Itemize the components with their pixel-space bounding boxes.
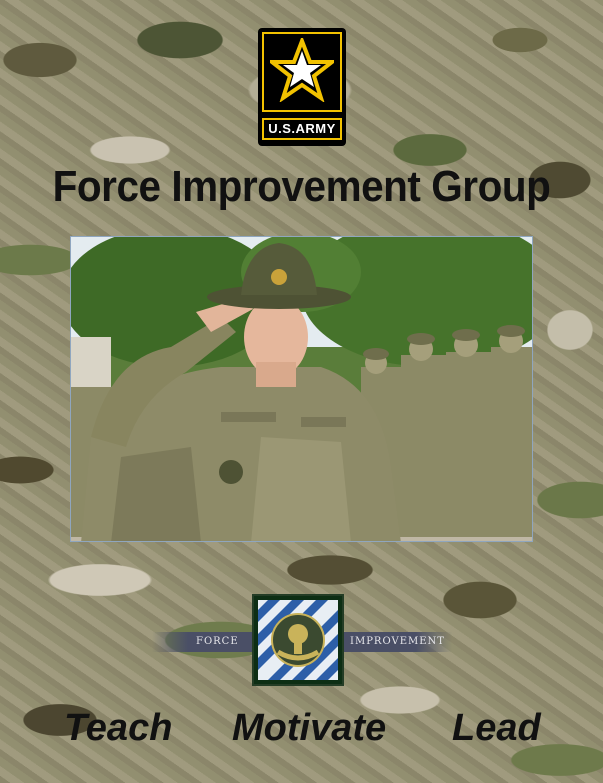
emblem-left-word: FORCE bbox=[196, 636, 239, 647]
motto-motivate: Motivate bbox=[232, 707, 387, 749]
star-icon bbox=[270, 38, 334, 102]
emblem-right-word: IMPROVEMENT bbox=[350, 636, 445, 647]
soldiers-saluting-photo bbox=[70, 236, 533, 542]
motto-teach: Teach bbox=[64, 707, 173, 749]
army-logo-text: U.S.ARMY bbox=[262, 118, 342, 140]
army-logo: U.S.ARMY bbox=[258, 28, 346, 146]
motto-lead: Lead bbox=[452, 707, 541, 749]
drill-sergeant-badge-icon bbox=[252, 594, 344, 686]
page-title: Force Improvement Group bbox=[52, 162, 551, 211]
